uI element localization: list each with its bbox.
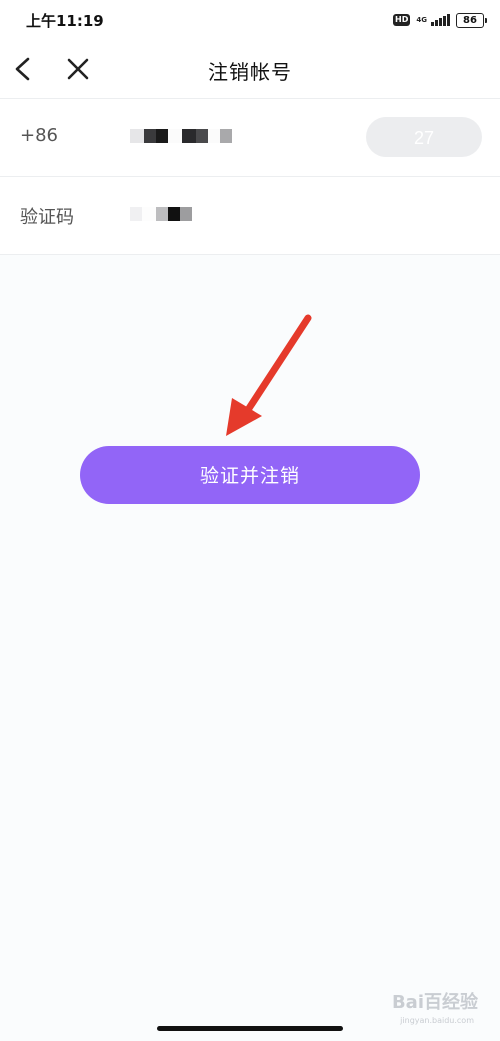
get-code-button[interactable]: 27: [366, 117, 482, 157]
signal-icon: [431, 14, 450, 26]
watermark-url: jingyan.baidu.com: [400, 1016, 474, 1025]
status-bar: 上午11:19 HD 4G 86: [0, 0, 500, 40]
annotation-arrow-icon: [226, 314, 312, 436]
battery-icon: 86: [456, 12, 487, 28]
code-label: 验证码: [20, 207, 74, 228]
status-icons: HD 4G 86: [393, 11, 487, 29]
nav-bar: 注销帐号: [0, 40, 500, 98]
page-title: 注销帐号: [208, 60, 292, 84]
watermark-logo: Bai百经验: [391, 992, 478, 1013]
home-indicator[interactable]: [157, 1026, 343, 1031]
masked-code-input[interactable]: [130, 207, 192, 221]
masked-phone-number[interactable]: [130, 129, 232, 143]
code-row: 验证码: [0, 176, 500, 255]
status-time: 上午11:19: [26, 12, 104, 30]
verify-and-deactivate-button[interactable]: 验证并注销: [80, 446, 420, 504]
network-type: 4G: [416, 16, 427, 24]
hd-badge: HD: [393, 14, 411, 26]
battery-level: 86: [463, 14, 477, 26]
phone-prefix[interactable]: +86: [20, 125, 58, 146]
phone-row: +86 27: [0, 98, 500, 176]
